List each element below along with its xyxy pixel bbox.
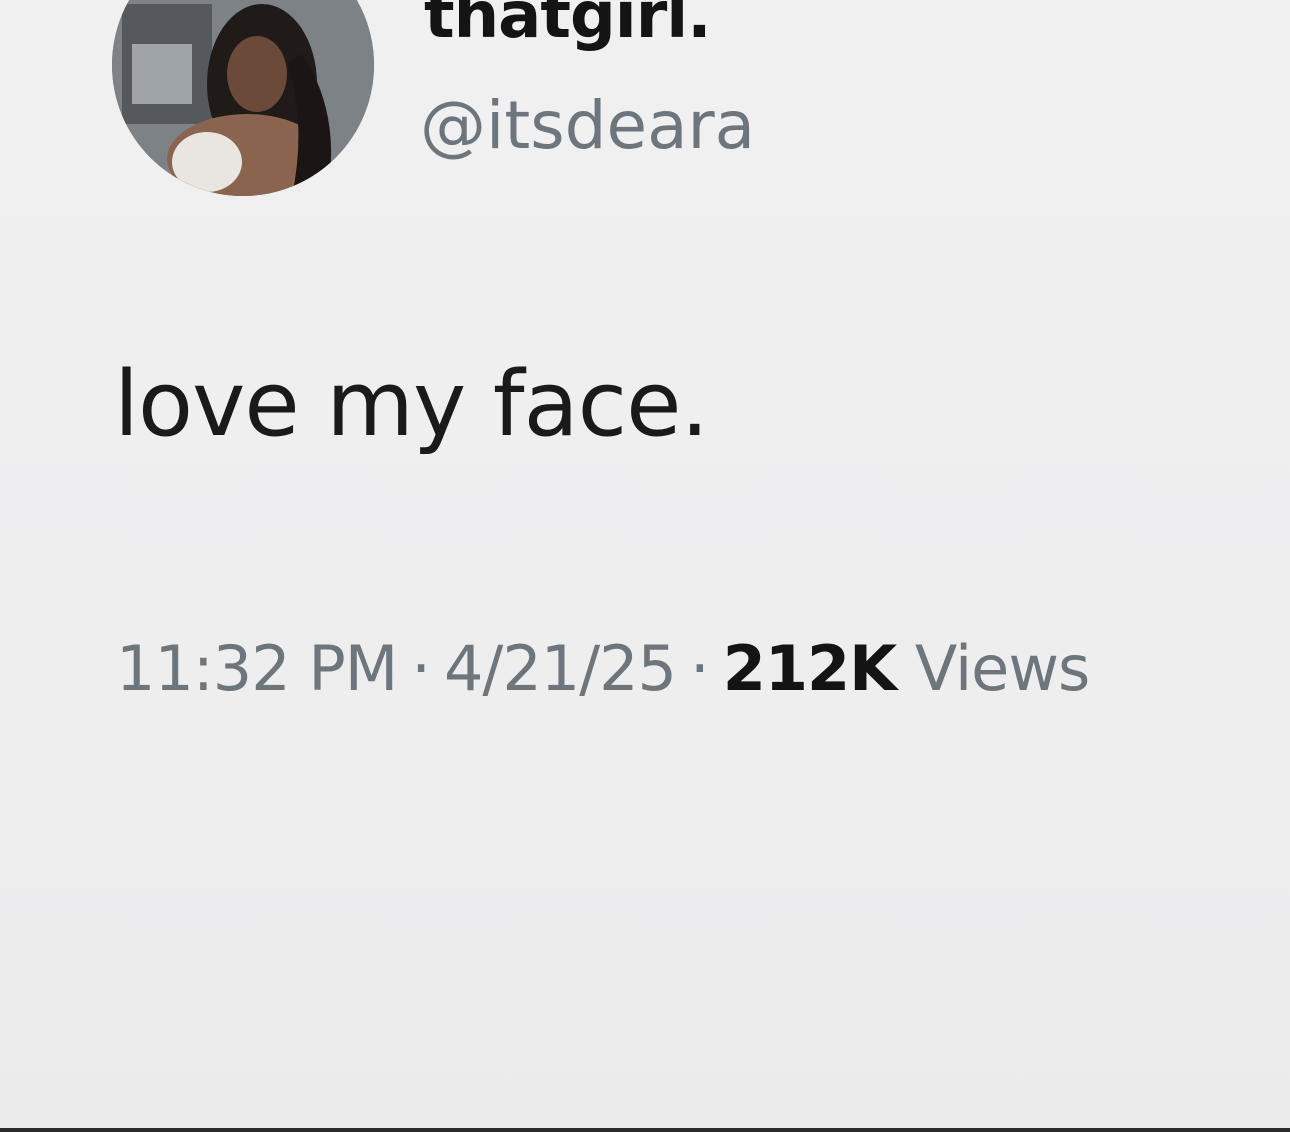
bottom-border	[0, 1128, 1290, 1132]
meta-separator: ·	[411, 632, 431, 705]
tweet-date[interactable]: 4/21/25	[444, 632, 677, 705]
avatar[interactable]	[112, 0, 374, 196]
user-handle[interactable]: @itsdeara	[420, 86, 755, 166]
avatar-photo	[112, 0, 374, 196]
views-label: Views	[914, 632, 1090, 705]
display-name[interactable]: thatgirl.	[424, 0, 711, 52]
views-count[interactable]: 212K	[723, 632, 897, 705]
tweet-screenshot: thatgirl. @itsdeara love my face. 11:32 …	[0, 0, 1290, 1132]
meta-separator: ·	[690, 632, 710, 705]
tweet-text: love my face.	[114, 352, 709, 457]
tweet-meta: 11:32 PM · 4/21/25 · 212K Views	[116, 628, 1090, 710]
tweet-time[interactable]: 11:32 PM	[116, 632, 398, 705]
